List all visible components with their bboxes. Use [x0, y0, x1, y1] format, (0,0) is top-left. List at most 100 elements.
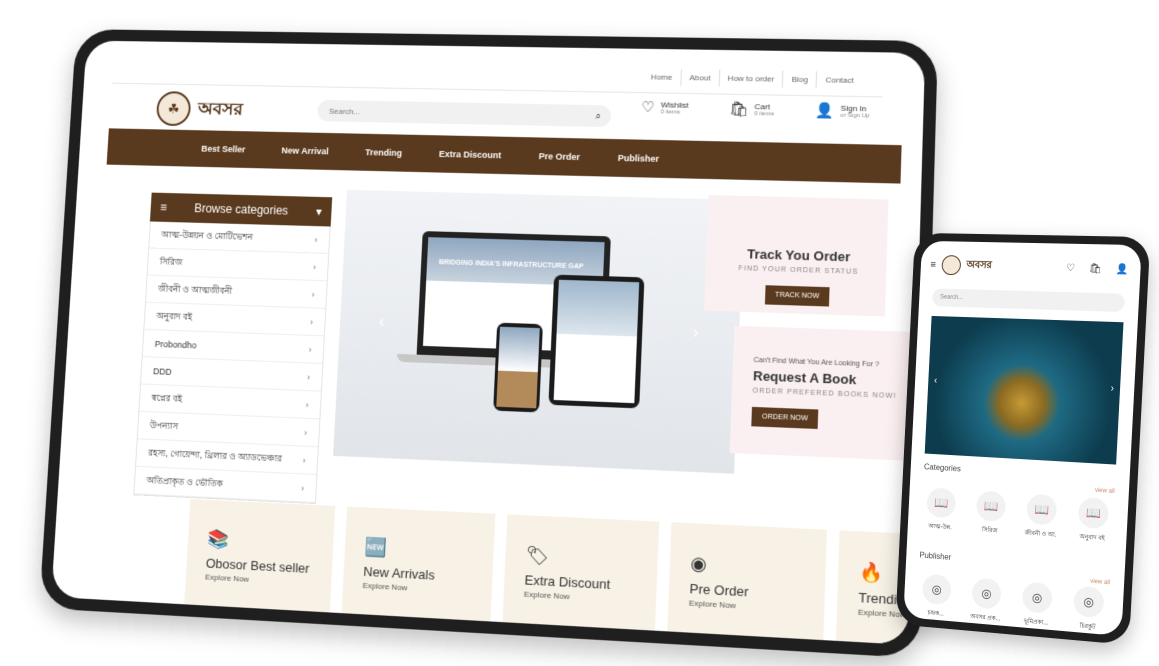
- user-icon: 👤: [815, 103, 835, 118]
- publisher-logo-icon: ◎: [1022, 581, 1053, 613]
- track-order-subtitle: FIND YOUR ORDER STATUS: [726, 265, 871, 276]
- mobile-search-input[interactable]: Search...: [932, 288, 1125, 312]
- chevron-right-icon: ›: [305, 399, 308, 409]
- slider-prev-icon[interactable]: ‹: [379, 314, 385, 332]
- menu-icon: ≡: [160, 201, 167, 215]
- mobile-publisher-label: অবসর প্রক...: [970, 611, 1001, 624]
- mobile-publisher-item[interactable]: ◎ অবসর প্রক...: [966, 577, 1007, 625]
- tile-pre-order[interactable]: ◉ Pre Order Explore Now: [667, 522, 827, 644]
- track-now-button[interactable]: TRACK NOW: [764, 285, 829, 306]
- track-order-promo: Track You Order FIND YOUR ORDER STATUS T…: [704, 195, 888, 317]
- mobile-publisher-label: চিরকুট: [1079, 620, 1095, 632]
- cart-button[interactable]: 🛍 Cart 0 items: [729, 102, 775, 118]
- nav-trending[interactable]: Trending: [365, 147, 402, 158]
- tile-extra-discount[interactable]: 🏷 Extra Discount Explore Now: [502, 514, 659, 635]
- mobile-category-row: 📖 আত্ম-উন্ন. 📖 সিরিজ 📖 জীবনী ও আ. 📖 অনুবাদ ব…: [921, 487, 1115, 545]
- hero-slider[interactable]: ‹ BRIDGING INDIA'S INFRASTRUCTURE GAP ›: [333, 190, 744, 474]
- nav-pre-order[interactable]: Pre Order: [539, 151, 581, 162]
- mobile-categories-title: Categories: [924, 462, 961, 473]
- tablet-screen: Home About How to order Blog Contact ☘ অ…: [51, 41, 925, 645]
- feature-tiles: 📚 Obosor Best seller Explore Now 🆕 New A…: [184, 499, 925, 645]
- category-label: অনুবাদ বই: [156, 309, 193, 325]
- top-link-how-to-order[interactable]: How to order: [718, 70, 782, 88]
- mobile-publisher-title: Publisher: [919, 551, 951, 562]
- publisher-logo-icon: ◎: [971, 577, 1001, 609]
- category-label: উপন্যাস: [149, 418, 178, 434]
- chevron-right-icon: ›: [307, 372, 310, 382]
- slider-headline: BRIDGING INDIA'S INFRASTRUCTURE GAP: [439, 259, 584, 270]
- request-book-prompt: Can't Find What You Are Looking For ?: [754, 357, 900, 369]
- publisher-logo-icon: ◎: [1073, 586, 1105, 619]
- caret-down-icon: ▾: [316, 205, 323, 219]
- order-now-button[interactable]: ORDER NOW: [751, 407, 818, 429]
- track-order-title: Track You Order: [726, 246, 871, 265]
- banner-prev-icon[interactable]: ‹: [934, 375, 938, 386]
- cart-label: Cart: [754, 102, 774, 111]
- mobile-category-item[interactable]: 📖 আত্ম-উন্ন.: [921, 487, 961, 534]
- mobile-category-label: সিরিজ: [982, 524, 998, 536]
- phone-mockup-image: [493, 323, 543, 413]
- nav-extra-discount[interactable]: Extra Discount: [439, 149, 502, 160]
- nav-publisher[interactable]: Publisher: [618, 153, 660, 164]
- mobile-category-label: জীবনী ও আ.: [1024, 527, 1056, 540]
- chevron-right-icon: ›: [310, 317, 313, 327]
- mobile-banner-image[interactable]: ‹ ›: [925, 316, 1124, 465]
- user-icon[interactable]: 👤: [1115, 263, 1128, 275]
- mobile-logo-text: অবসর: [966, 257, 992, 274]
- mobile-publisher-item[interactable]: ◎ চিরকুট: [1067, 585, 1109, 634]
- mobile-category-item[interactable]: 📖 সিরিজ: [970, 490, 1011, 537]
- top-link-about[interactable]: About: [680, 69, 719, 86]
- category-label: Probondho: [155, 339, 197, 350]
- signin-button[interactable]: 👤 Sign In or Sign Up: [815, 103, 870, 119]
- search-icon[interactable]: ⌕: [595, 111, 601, 122]
- site-logo[interactable]: ☘ অবসর: [156, 91, 244, 127]
- category-list: আত্ম-উন্নয়ন ও মোটিভেশন › সিরিজ › জীবনী ও …: [133, 221, 330, 504]
- mobile-publisher-item[interactable]: ◎ ভূমিপ্রকা...: [1016, 581, 1058, 629]
- bag-icon[interactable]: 🛍: [1089, 263, 1102, 274]
- phone-screen: ≡ অবসর ♡ 🛍 👤 Search... ‹ › Categories vi…: [903, 241, 1142, 636]
- banner-next-icon[interactable]: ›: [1110, 383, 1114, 394]
- mobile-logo-icon[interactable]: [941, 255, 961, 275]
- seal-icon: ◉: [690, 553, 805, 581]
- hamburger-icon[interactable]: ≡: [930, 259, 936, 270]
- search-input[interactable]: [327, 105, 596, 121]
- slider-next-icon[interactable]: ›: [693, 324, 699, 342]
- category-label: অতিপ্রাকৃত ও ভৌতিক: [146, 473, 223, 491]
- top-link-blog[interactable]: Blog: [782, 71, 816, 89]
- category-label: জীবনী ও আত্মজীবনী: [158, 282, 233, 299]
- mobile-category-item[interactable]: 📖 জীবনী ও আ.: [1021, 493, 1063, 541]
- cart-count: 0 items: [754, 111, 774, 117]
- category-label: DDD: [153, 366, 172, 376]
- categories-view-all-link[interactable]: view all: [1095, 488, 1115, 495]
- category-label: রহস্য, গোয়েন্দা, থ্রিলার ও অ্যাডভেঞ্চার: [148, 446, 282, 467]
- chevron-right-icon: ›: [308, 344, 311, 354]
- chevron-right-icon: ›: [301, 483, 304, 493]
- bag-icon: 🛍: [729, 102, 749, 117]
- tile-new-arrivals[interactable]: 🆕 New Arrivals Explore Now: [341, 507, 495, 626]
- tile-best-seller[interactable]: 📚 Obosor Best seller Explore Now: [184, 499, 335, 617]
- nav-best-seller[interactable]: Best Seller: [201, 144, 246, 155]
- top-links: Home About How to order Blog Contact: [643, 69, 863, 90]
- chevron-right-icon: ›: [304, 427, 307, 437]
- request-book-title: Request A Book: [753, 368, 899, 389]
- heart-icon[interactable]: ♡: [1066, 262, 1075, 273]
- top-link-contact[interactable]: Contact: [816, 71, 862, 89]
- mobile-category-item[interactable]: 📖 অনুবাদ বই: [1072, 497, 1114, 545]
- category-label: আত্ম-উন্নয়ন ও মোটিভেশন: [161, 228, 253, 245]
- mobile-header: ≡ অবসর ♡ 🛍 👤: [930, 255, 1129, 280]
- category-label: সিরিজ: [159, 255, 183, 270]
- chevron-right-icon: ›: [302, 455, 305, 465]
- publisher-view-all-link[interactable]: view all: [1090, 579, 1110, 587]
- wishlist-count: 0 items: [661, 109, 689, 115]
- nav-new-arrival[interactable]: New Arrival: [281, 146, 329, 157]
- mobile-publisher-item[interactable]: ◎ চন্দ্রক...: [916, 573, 956, 620]
- phone-device: ≡ অবসর ♡ 🛍 👤 Search... ‹ › Categories vi…: [895, 233, 1150, 645]
- book-icon: 📖: [1026, 494, 1057, 526]
- main-nav: Best Seller New Arrival Trending Extra D…: [107, 128, 902, 183]
- top-link-home[interactable]: Home: [643, 69, 681, 86]
- wishlist-button[interactable]: ♡ Wishlist 0 items: [641, 100, 689, 116]
- browse-categories-title: Browse categories: [194, 201, 289, 217]
- chevron-right-icon: ›: [311, 289, 314, 299]
- chevron-right-icon: ›: [314, 234, 317, 244]
- mobile-category-label: অনুবাদ বই: [1079, 531, 1105, 544]
